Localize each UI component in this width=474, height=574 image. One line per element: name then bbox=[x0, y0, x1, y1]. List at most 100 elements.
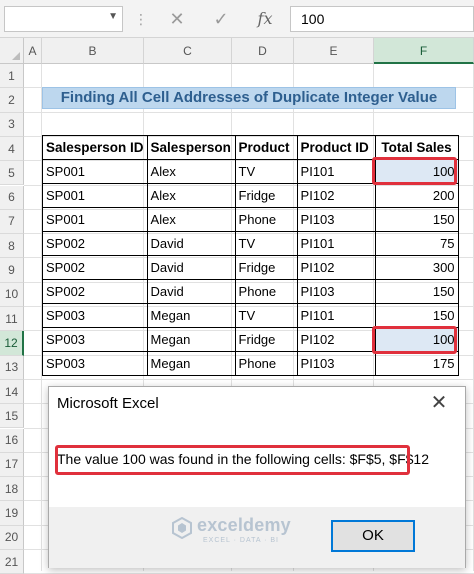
table-cell[interactable]: Megan bbox=[146, 327, 236, 352]
table-cell[interactable]: PI103 bbox=[296, 207, 376, 232]
table-cell[interactable]: Alex bbox=[146, 159, 236, 184]
table-row: SP002 David Phone PI103 150 bbox=[42, 279, 459, 304]
table-row: SP001 Alex Phone PI103 150 bbox=[42, 207, 459, 232]
row-header-7[interactable]: 7 bbox=[0, 209, 24, 235]
message-dialog: Microsoft Excel ✕ The value 100 was foun… bbox=[48, 386, 466, 568]
table-cell[interactable]: Megan bbox=[146, 303, 236, 328]
dialog-title: Microsoft Excel bbox=[57, 395, 159, 412]
row-header-9[interactable]: 9 bbox=[0, 258, 24, 283]
table-row: SP003 Megan Phone PI103 175 bbox=[42, 351, 459, 376]
table-cell[interactable]: 150 bbox=[374, 303, 459, 328]
table-cell[interactable]: David bbox=[146, 279, 236, 304]
table-cell[interactable]: 175 bbox=[374, 351, 459, 376]
row-header-1[interactable]: 1 bbox=[0, 64, 24, 89]
table-cell[interactable]: SP002 bbox=[42, 231, 148, 256]
dialog-footer: exceldemy EXCEL · DATA · BI OK bbox=[49, 507, 465, 568]
table-cell[interactable]: David bbox=[146, 255, 236, 280]
row-header-19[interactable]: 19 bbox=[0, 501, 24, 526]
table-cell[interactable]: Fridge bbox=[234, 327, 298, 352]
table-cell[interactable]: PI102 bbox=[296, 183, 376, 208]
row-header-10[interactable]: 10 bbox=[0, 282, 24, 307]
table-cell[interactable]: Phone bbox=[234, 351, 298, 376]
table-cell[interactable]: PI101 bbox=[296, 159, 376, 184]
table-row: SP001 Alex Fridge PI102 200 bbox=[42, 183, 459, 208]
row-header-2[interactable]: 2 bbox=[0, 88, 24, 113]
table-cell[interactable]: Phone bbox=[234, 207, 298, 232]
table-cell[interactable]: PI103 bbox=[296, 351, 376, 376]
column-header-f[interactable]: F bbox=[374, 38, 474, 64]
table-cell[interactable]: Phone bbox=[234, 279, 298, 304]
insert-function-icon[interactable]: fx bbox=[252, 6, 278, 32]
table-cell[interactable]: PI101 bbox=[296, 303, 376, 328]
header-salesperson-id[interactable]: Salesperson ID bbox=[42, 135, 148, 160]
table-cell[interactable]: Fridge bbox=[234, 255, 298, 280]
cancel-icon[interactable]: ✕ bbox=[164, 6, 190, 32]
table-cell[interactable]: SP001 bbox=[42, 159, 148, 184]
chevron-down-icon[interactable]: ▼ bbox=[108, 11, 118, 22]
row-header-8[interactable]: 8 bbox=[0, 234, 24, 259]
column-header-a[interactable]: A bbox=[24, 38, 42, 64]
row-header-18[interactable]: 18 bbox=[0, 477, 24, 502]
table-cell[interactable]: SP002 bbox=[42, 279, 148, 304]
gridline-horizontal bbox=[24, 378, 474, 380]
row-header-13[interactable]: 13 bbox=[0, 355, 24, 380]
table-cell[interactable]: SP001 bbox=[42, 183, 148, 208]
table-cell[interactable]: PI103 bbox=[296, 279, 376, 304]
table-cell[interactable]: SP001 bbox=[42, 207, 148, 232]
row-header-15[interactable]: 15 bbox=[0, 404, 24, 429]
duplicate-highlight-f5 bbox=[372, 157, 457, 185]
row-header-5[interactable]: 5 bbox=[0, 161, 24, 186]
column-header-c[interactable]: C bbox=[144, 38, 232, 64]
column-header-e[interactable]: E bbox=[294, 38, 374, 64]
table-cell[interactable]: SP003 bbox=[42, 327, 148, 352]
table-cell[interactable]: 150 bbox=[374, 207, 459, 232]
header-salesperson[interactable]: Salesperson bbox=[146, 135, 236, 160]
name-box[interactable]: ▼ bbox=[4, 6, 123, 32]
row-header-21[interactable]: 21 bbox=[0, 550, 24, 574]
gridline-horizontal bbox=[24, 111, 474, 113]
table-cell[interactable]: 200 bbox=[374, 183, 459, 208]
close-icon[interactable]: ✕ bbox=[427, 391, 451, 415]
drag-handle-icon[interactable]: ⋮ bbox=[134, 6, 148, 32]
table-cell[interactable]: SP003 bbox=[42, 303, 148, 328]
checkmark-icon[interactable]: ✓ bbox=[208, 6, 234, 32]
table-cell[interactable]: 150 bbox=[374, 279, 459, 304]
table-cell[interactable]: Fridge bbox=[234, 183, 298, 208]
table-cell[interactable]: TV bbox=[234, 303, 298, 328]
column-header-b[interactable]: B bbox=[42, 38, 144, 64]
row-header-12[interactable]: 12 bbox=[0, 331, 24, 356]
row-header-14[interactable]: 14 bbox=[0, 379, 24, 405]
table-cell[interactable]: Alex bbox=[146, 183, 236, 208]
table-cell[interactable]: SP003 bbox=[42, 351, 148, 376]
row-header-6[interactable]: 6 bbox=[0, 185, 24, 210]
formula-bar: ▼ ⋮ ✕ ✓ fx 100 bbox=[0, 0, 474, 38]
sheet-title[interactable]: Finding All Cell Addresses of Duplicate … bbox=[42, 87, 456, 109]
header-product[interactable]: Product bbox=[234, 135, 298, 160]
table-cell[interactable]: 300 bbox=[374, 255, 459, 280]
header-total-sales[interactable]: Total Sales bbox=[374, 135, 459, 160]
table-cell[interactable]: TV bbox=[234, 159, 298, 184]
watermark-tagline: EXCEL · DATA · BI bbox=[203, 537, 279, 544]
table-cell[interactable]: David bbox=[146, 231, 236, 256]
row-header-16[interactable]: 16 bbox=[0, 428, 24, 453]
table-cell[interactable]: Megan bbox=[146, 351, 236, 376]
formula-input[interactable]: 100 bbox=[290, 6, 474, 32]
column-header-d[interactable]: D bbox=[232, 38, 294, 64]
table-cell[interactable]: TV bbox=[234, 231, 298, 256]
table-cell[interactable]: Alex bbox=[146, 207, 236, 232]
table-row: SP002 David Fridge PI102 300 bbox=[42, 255, 459, 280]
table-cell[interactable]: PI102 bbox=[296, 255, 376, 280]
row-header-17[interactable]: 17 bbox=[0, 452, 24, 478]
table-cell[interactable]: SP002 bbox=[42, 255, 148, 280]
row-header-3[interactable]: 3 bbox=[0, 112, 24, 137]
table-cell[interactable]: 75 bbox=[374, 231, 459, 256]
header-product-id[interactable]: Product ID bbox=[296, 135, 376, 160]
ok-button[interactable]: OK bbox=[331, 520, 415, 552]
table-cell[interactable]: PI102 bbox=[296, 327, 376, 352]
select-all-corner[interactable] bbox=[0, 38, 24, 64]
duplicate-highlight-f12 bbox=[372, 326, 457, 354]
row-header-20[interactable]: 20 bbox=[0, 525, 24, 550]
table-cell[interactable]: PI101 bbox=[296, 231, 376, 256]
row-header-11[interactable]: 11 bbox=[0, 307, 24, 332]
row-header-4[interactable]: 4 bbox=[0, 136, 24, 162]
